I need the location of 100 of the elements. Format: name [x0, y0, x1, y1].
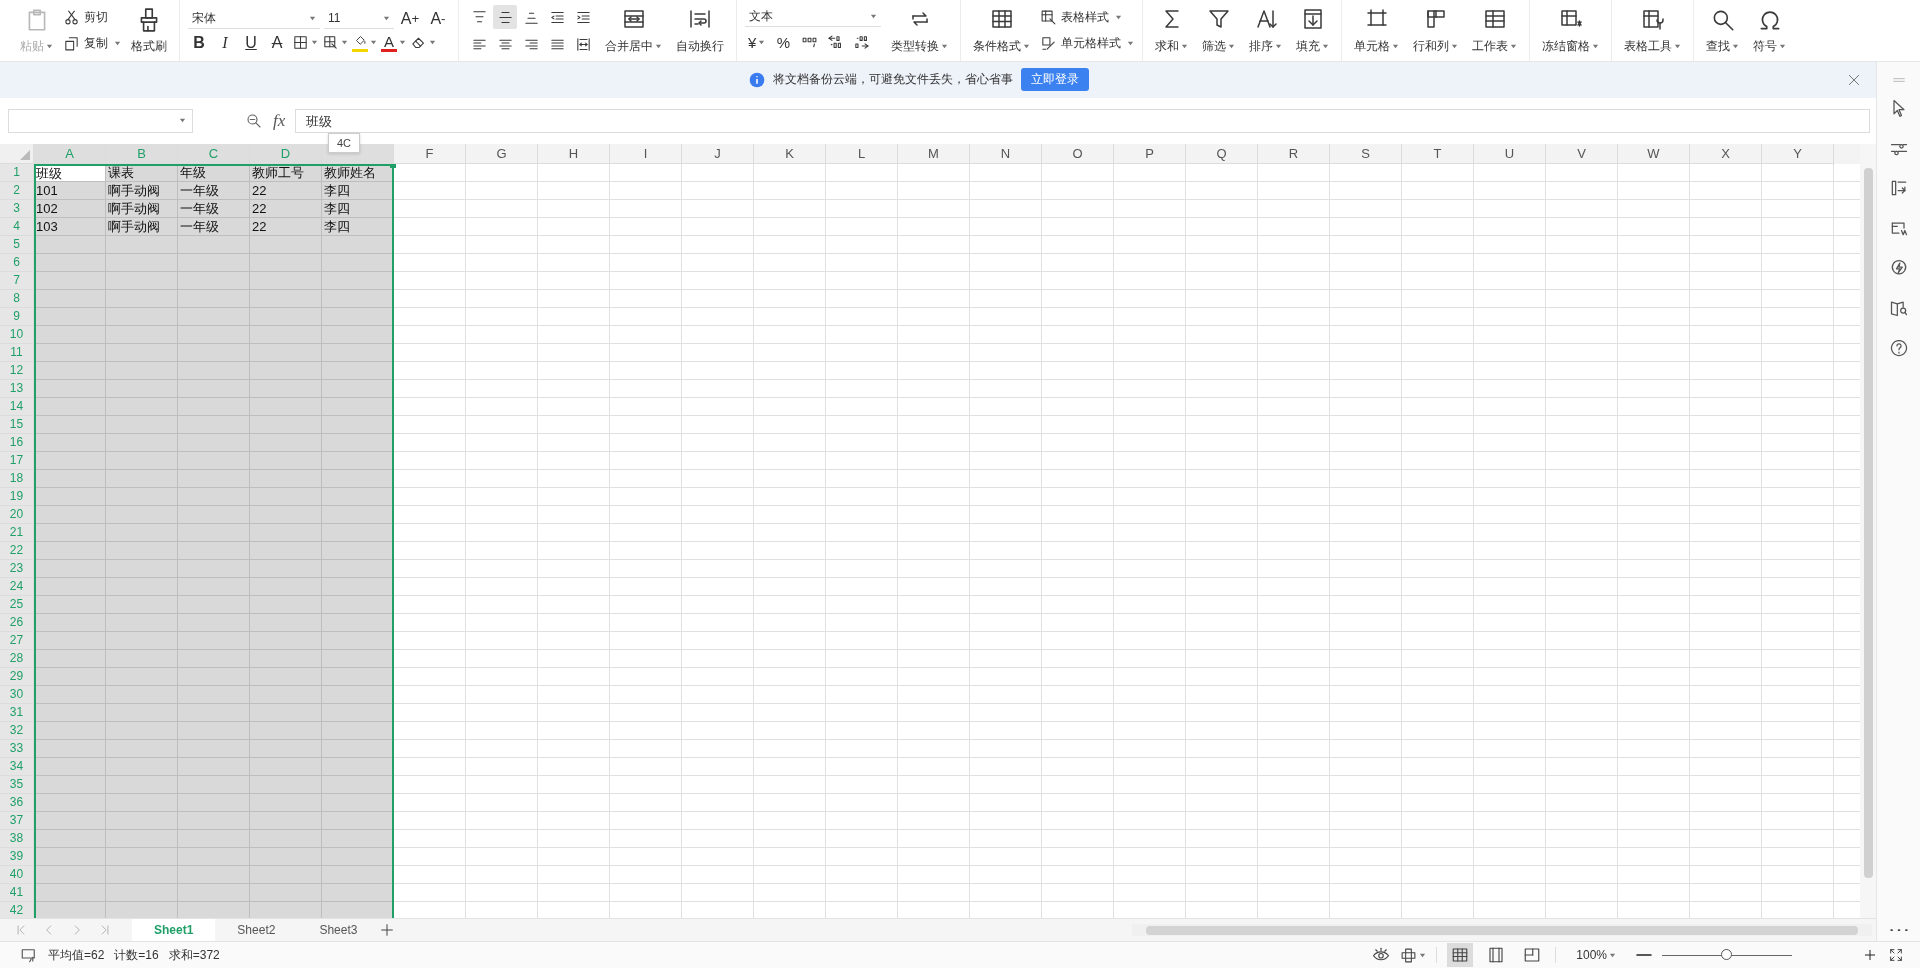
freeze-panes-button[interactable]: 冻结窗格	[1538, 4, 1603, 57]
copy-icon	[63, 35, 80, 52]
column-header[interactable]: N	[970, 143, 1042, 164]
column-header[interactable]: R	[1258, 143, 1330, 164]
add-sheet-icon	[379, 922, 396, 938]
toolbar-button[interactable]: 填充	[1292, 4, 1333, 57]
caret-icon	[309, 14, 316, 22]
number-format-button[interactable]: ¥	[745, 30, 769, 55]
table-cell-text: 教师姓名	[323, 163, 377, 182]
alignment-button[interactable]	[493, 5, 517, 29]
column-header[interactable]: S	[1330, 143, 1402, 164]
fx-label: fx	[273, 110, 286, 131]
conditional-format-button[interactable]: 条件格式	[969, 4, 1034, 57]
number-format-select[interactable]: 文本	[745, 6, 881, 27]
caret-icon	[941, 42, 948, 50]
crosshair-icon	[1400, 946, 1418, 964]
formula-field[interactable]: 班级	[295, 108, 1870, 133]
toolbar-button[interactable]: 筛选	[1198, 4, 1239, 57]
table-cell-text: 年级	[179, 163, 207, 182]
caret-icon	[870, 12, 877, 20]
style-button[interactable]: 单元格样式	[1040, 32, 1134, 55]
column-header[interactable]: W	[1618, 143, 1690, 164]
font-name-select[interactable]: 宋体	[188, 8, 320, 29]
table-cell-text: 22	[251, 181, 268, 200]
table-tools-button[interactable]: 表格工具	[1620, 4, 1685, 57]
status-stat: 平均值=62	[48, 946, 105, 964]
caret-icon	[1127, 40, 1134, 47]
column-header[interactable]: F	[394, 143, 466, 164]
login-button[interactable]: 立即登录	[1021, 68, 1089, 92]
column-header[interactable]: M	[898, 143, 970, 164]
font-size-select[interactable]: 11	[324, 8, 394, 29]
table-cell-text: 啊手动阀	[107, 199, 161, 218]
caret-icon	[758, 39, 766, 46]
caret-icon	[383, 14, 390, 22]
toolbar-button[interactable]: 工作表	[1468, 4, 1521, 57]
caret-icon	[1674, 42, 1681, 50]
cut-button[interactable]: 剪切	[63, 6, 121, 29]
number-format-button[interactable]: %	[772, 30, 795, 55]
table-cell-text: 一年级	[179, 199, 220, 218]
caret-icon	[1275, 42, 1282, 50]
caret-icon	[399, 39, 406, 46]
cell-format-icon	[322, 34, 339, 51]
toolbar-button[interactable]: 求和	[1151, 4, 1192, 57]
caret-icon	[370, 39, 377, 46]
merge-center-button[interactable]: 合并居中	[601, 4, 666, 57]
horizontal-scrollbar[interactable]	[1132, 924, 1872, 936]
column-header[interactable]: X	[1690, 143, 1762, 164]
scissors-icon	[63, 9, 80, 26]
column-header[interactable]: H	[538, 143, 610, 164]
font-style-button[interactable]: A	[266, 30, 288, 55]
format-painter-button[interactable]: 格式刷	[127, 4, 171, 57]
column-header[interactable]: L	[826, 143, 898, 164]
zoom-slider-thumb[interactable]	[1721, 948, 1732, 960]
vertical-scrollbar[interactable]	[1860, 143, 1876, 918]
caret-icon	[429, 39, 436, 46]
toolbar-button[interactable]: 单元格	[1350, 4, 1403, 57]
convert-button[interactable]: 类型转换	[887, 4, 952, 57]
column-header[interactable]: P	[1114, 143, 1186, 164]
font-style-button[interactable]: B	[188, 30, 210, 55]
caret-icon	[114, 40, 121, 47]
zoom-select[interactable]: 100%	[1576, 948, 1616, 962]
sheet-tab[interactable]: Sheet3	[297, 919, 380, 941]
column-header[interactable]: Q	[1186, 143, 1258, 164]
border-icon	[292, 34, 309, 51]
column-header[interactable]: K	[754, 143, 826, 164]
column-header[interactable]: U	[1474, 143, 1546, 164]
toolbar-button[interactable]: 查找	[1702, 4, 1743, 57]
toolbar-button[interactable]: 排序	[1245, 4, 1286, 57]
toolbar-button[interactable]: 行和列	[1409, 4, 1462, 57]
sheet-tab[interactable]: Sheet2	[215, 919, 298, 941]
style-button[interactable]: 表格样式	[1040, 6, 1134, 29]
font-color-button[interactable]: A	[381, 30, 406, 55]
column-header[interactable]: G	[466, 143, 538, 164]
column-header[interactable]: I	[610, 143, 682, 164]
zoom-icon	[245, 111, 263, 130]
column-header[interactable]: T	[1402, 143, 1474, 164]
caret-icon	[311, 39, 318, 46]
caret-icon	[1392, 42, 1399, 50]
caret-icon	[1322, 42, 1329, 50]
table-cell-text: 102	[35, 199, 59, 218]
distribute-icon	[574, 35, 592, 53]
column-header[interactable]: J	[682, 143, 754, 164]
view-mode-button[interactable]	[1447, 943, 1474, 967]
copy-button[interactable]: 复制	[63, 32, 121, 55]
tooltip: 4C	[328, 133, 361, 153]
caret-icon	[1023, 42, 1030, 50]
normal-view-icon	[1451, 946, 1470, 964]
column-header[interactable]: O	[1042, 143, 1114, 164]
toolbar-button[interactable]: 符号	[1749, 4, 1790, 57]
caret-icon	[341, 39, 348, 46]
macro-icon	[20, 946, 38, 964]
font-style-button[interactable]: U	[240, 30, 262, 55]
corner-triangle-icon	[20, 149, 30, 160]
table-cell-text: 李四	[323, 199, 351, 218]
decrease-decimal-icon	[852, 34, 870, 51]
column-header[interactable]: V	[1546, 143, 1618, 164]
font-style-button[interactable]: I	[214, 30, 236, 55]
cell-style-icon	[1040, 35, 1057, 52]
column-header[interactable]: Y	[1762, 143, 1834, 164]
wrap-text-button[interactable]: 自动换行	[672, 4, 728, 57]
